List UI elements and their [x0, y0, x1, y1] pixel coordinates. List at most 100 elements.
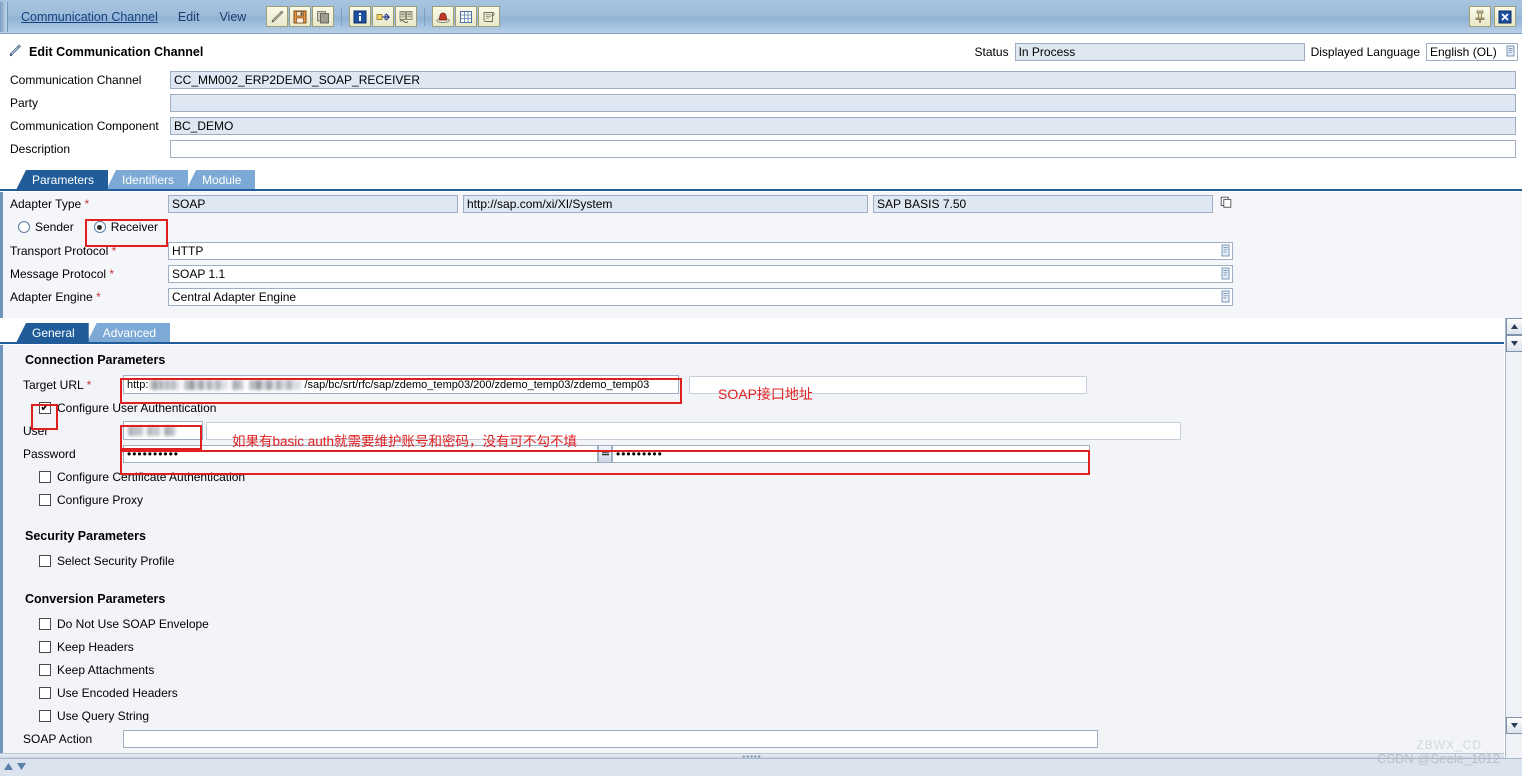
use-query-string-checkbox[interactable] — [39, 709, 51, 722]
displayed-language-label: Displayed Language — [1310, 45, 1420, 59]
scroll-up-button[interactable] — [1506, 318, 1522, 335]
toolbar-separator-2 — [424, 7, 426, 26]
configure-proxy-row: Configure Proxy — [3, 488, 1504, 511]
soap-action-label: SOAP Action — [23, 731, 93, 746]
target-url-row: Target URL * http: /sap/bc/srt/rfc/sap/z… — [3, 373, 1504, 396]
message-protocol-label: Message Protocol * — [10, 266, 115, 281]
pin-icon[interactable] — [1469, 6, 1491, 27]
scroll-icon[interactable] — [478, 6, 501, 27]
adapter-engine-dropdown-icon[interactable] — [1221, 290, 1231, 306]
message-protocol-field[interactable] — [168, 264, 1233, 283]
direction-radio-row: Sender Receiver — [3, 215, 1522, 239]
password-toggle-icon[interactable] — [598, 444, 612, 463]
adapter-type-field[interactable] — [168, 194, 458, 213]
language-dropdown-icon[interactable] — [1506, 45, 1516, 60]
status-label: Status — [974, 45, 1009, 59]
communication-channel-field[interactable] — [170, 70, 1516, 89]
save-icon[interactable] — [289, 6, 312, 27]
configure-certificate-authentication-label: Configure Certificate Authentication — [57, 469, 246, 484]
receiver-radio-circle[interactable] — [93, 221, 106, 233]
tab-parameters[interactable]: Parameters — [16, 170, 109, 190]
tab-module[interactable]: Module — [186, 170, 256, 190]
radio-receiver[interactable]: Receiver — [84, 217, 170, 237]
transport-protocol-row: Transport Protocol * — [3, 239, 1522, 262]
horizontal-scrollbar[interactable] — [0, 758, 1522, 776]
main-tabstrip: Parameters Identifiers Module — [0, 168, 1522, 190]
copy-icon[interactable] — [312, 6, 335, 27]
soap-action-field[interactable] — [123, 729, 1098, 748]
where-used-icon[interactable] — [372, 6, 395, 27]
header-row-component: Communication Component — [0, 114, 1522, 137]
party-label: Party — [10, 95, 39, 110]
red-hat-icon[interactable] — [432, 6, 455, 27]
menu-communication-channel[interactable]: Communication Channel — [11, 8, 168, 26]
message-protocol-row: Message Protocol * — [3, 262, 1522, 285]
menu-edit[interactable]: Edit — [168, 8, 210, 26]
configure-certificate-authentication-checkbox[interactable] — [39, 470, 51, 483]
adapter-swcv-field[interactable] — [873, 194, 1213, 213]
keep-headers-checkbox[interactable] — [39, 640, 51, 653]
scroll-left-arrow-icon[interactable] — [3, 761, 14, 775]
transport-protocol-label: Transport Protocol * — [10, 243, 117, 258]
copy-adapter-icon[interactable] — [1219, 195, 1233, 212]
password-confirm-field[interactable] — [612, 444, 1090, 463]
sender-radio-circle[interactable] — [18, 221, 30, 233]
info-icon[interactable] — [349, 6, 372, 27]
table-icon[interactable] — [455, 6, 478, 27]
scroll-down-button[interactable] — [1506, 335, 1522, 352]
transport-protocol-field[interactable] — [168, 241, 1233, 260]
security-parameters-title: Security Parameters — [25, 529, 146, 543]
password-field[interactable] — [123, 444, 598, 463]
do-not-use-soap-envelope-checkbox[interactable] — [39, 617, 51, 630]
password-row: Password — [3, 442, 1504, 465]
communication-component-field[interactable] — [170, 116, 1516, 135]
transport-protocol-dropdown-icon[interactable] — [1221, 244, 1231, 260]
toolbar-group-info — [347, 6, 419, 27]
edit-pencil-icon[interactable] — [266, 6, 289, 27]
menu-view[interactable]: View — [209, 8, 256, 26]
scroll-bottom-button[interactable] — [1506, 717, 1522, 734]
subtab-advanced[interactable]: Advanced — [86, 323, 171, 343]
do-not-use-soap-envelope-row: Do Not Use SOAP Envelope — [3, 612, 1504, 635]
use-encoded-headers-label: Use Encoded Headers — [57, 685, 178, 700]
header-fields: Communication Channel Party Communicatio… — [0, 68, 1522, 160]
adapter-type-row: Adapter Type * — [3, 192, 1522, 215]
message-protocol-dropdown-icon[interactable] — [1221, 267, 1231, 283]
header-row-description: Description — [0, 137, 1522, 160]
target-url-note-field — [689, 375, 1087, 394]
adapter-namespace-field[interactable] — [463, 194, 868, 213]
keep-attachments-label: Keep Attachments — [57, 662, 155, 677]
radio-sender[interactable]: Sender — [18, 220, 74, 234]
do-not-use-soap-envelope-label: Do Not Use SOAP Envelope — [57, 616, 209, 631]
select-security-profile-checkbox[interactable] — [39, 554, 51, 567]
configure-user-authentication-checkbox[interactable] — [39, 401, 51, 414]
displayed-language-field[interactable] — [1426, 43, 1518, 61]
party-field[interactable] — [170, 93, 1516, 112]
adapter-engine-field[interactable] — [168, 287, 1233, 306]
keep-attachments-row: Keep Attachments — [3, 658, 1504, 681]
keep-headers-row: Keep Headers — [3, 635, 1504, 658]
tab-identifiers[interactable]: Identifiers — [106, 170, 189, 190]
target-url-label: Target URL * — [23, 377, 92, 392]
target-url-field[interactable]: http: /sap/bc/srt/rfc/sap/zdemo_temp03/2… — [123, 375, 679, 394]
connection-parameters-title: Connection Parameters — [25, 353, 166, 367]
close-icon[interactable] — [1494, 6, 1516, 27]
header-row-channel: Communication Channel — [0, 68, 1522, 91]
configure-proxy-checkbox[interactable] — [39, 493, 51, 506]
subtab-general[interactable]: General — [16, 323, 89, 343]
menu-bar: Communication Channel Edit View — [0, 0, 1522, 34]
use-encoded-headers-checkbox[interactable] — [39, 686, 51, 699]
status-field[interactable] — [1014, 43, 1305, 61]
user-row: User — [3, 419, 1504, 442]
scroll-right-arrow-icon[interactable] — [16, 761, 27, 775]
configure-cert-auth-row: Configure Certificate Authentication — [3, 465, 1504, 488]
description-field[interactable] — [170, 139, 1516, 158]
window-controls — [1469, 6, 1522, 27]
sender-label: Sender — [35, 220, 74, 234]
user-field[interactable] — [123, 421, 203, 440]
vertical-scrollbar[interactable] — [1505, 318, 1522, 758]
channel-pen-icon — [8, 43, 23, 61]
user-note-field — [206, 421, 1181, 440]
compare-icon[interactable] — [395, 6, 418, 27]
keep-attachments-checkbox[interactable] — [39, 663, 51, 676]
